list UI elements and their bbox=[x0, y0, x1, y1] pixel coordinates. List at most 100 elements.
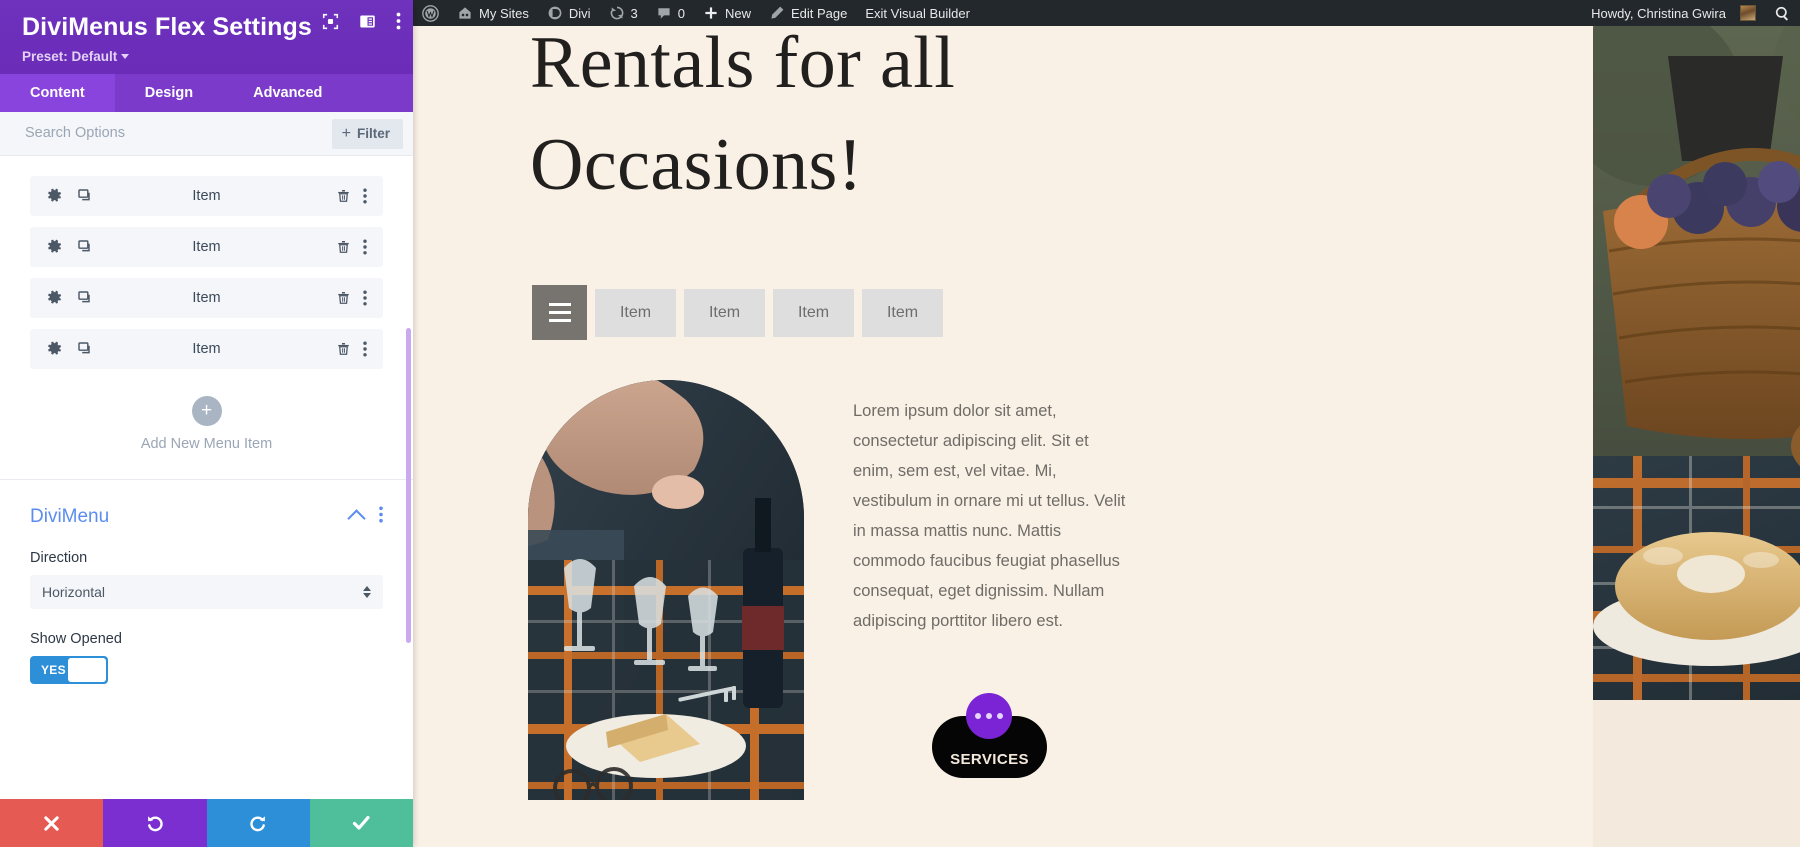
save-button[interactable] bbox=[309, 799, 413, 847]
page-title: Rentals for all Occasions! bbox=[530, 26, 955, 216]
admin-bar-divi-label: Divi bbox=[568, 5, 591, 21]
nav-item-3[interactable]: Item bbox=[862, 288, 943, 337]
gear-icon[interactable] bbox=[46, 289, 63, 306]
row-left-icons bbox=[46, 238, 93, 255]
add-new-menu-item[interactable]: + Add New Menu Item bbox=[30, 380, 383, 452]
app-screen: Rentals for all Occasions! Item Item Ite… bbox=[0, 0, 1800, 847]
gear-icon[interactable] bbox=[46, 340, 63, 357]
menu-item-row[interactable]: Item bbox=[30, 175, 383, 216]
fullscreen-icon[interactable] bbox=[322, 13, 339, 30]
field-direction: Direction Horizontal bbox=[30, 550, 383, 609]
menu-item-row[interactable]: Item bbox=[30, 277, 383, 318]
vertical-dots-icon[interactable] bbox=[363, 290, 367, 306]
redo-button[interactable] bbox=[206, 799, 310, 847]
chevron-down-icon bbox=[121, 53, 130, 59]
gear-icon[interactable] bbox=[46, 187, 63, 204]
search-icon bbox=[1775, 6, 1788, 20]
undo-button[interactable] bbox=[103, 799, 207, 847]
row-left-icons bbox=[46, 340, 93, 357]
toggle-knob bbox=[68, 657, 106, 682]
pencil-icon bbox=[771, 6, 784, 19]
admin-bar-my-sites[interactable]: My Sites bbox=[448, 0, 538, 26]
panel-scrollbar[interactable] bbox=[406, 327, 411, 643]
admin-bar-greeting: Howdy, Christina Gwira bbox=[1591, 5, 1726, 21]
row-right-icons bbox=[336, 239, 367, 255]
chevron-up-icon[interactable] bbox=[347, 509, 366, 528]
redo-icon bbox=[250, 816, 266, 832]
admin-bar-updates[interactable]: 3 bbox=[600, 0, 647, 26]
admin-bar-comments[interactable]: 0 bbox=[647, 0, 694, 26]
duplicate-icon[interactable] bbox=[77, 341, 93, 357]
duplicate-icon[interactable] bbox=[77, 239, 93, 255]
admin-bar-divi[interactable]: Divi bbox=[538, 0, 600, 26]
vertical-dots-icon[interactable] bbox=[363, 341, 367, 357]
cancel-button[interactable] bbox=[0, 799, 104, 847]
wp-admin-bar: My Sites Divi 3 0 New Edit Page Exit Vis… bbox=[413, 0, 1800, 26]
three-dots-icon[interactable] bbox=[966, 693, 1012, 739]
vertical-dots-icon[interactable] bbox=[379, 506, 383, 528]
hero-photo-picnic bbox=[1593, 26, 1800, 700]
search-input[interactable] bbox=[25, 125, 305, 141]
divimenus-settings-panel: DiviMenus Flex Settings Preset: Default bbox=[0, 0, 413, 847]
row-right-icons bbox=[336, 290, 367, 306]
tab-content[interactable]: Content bbox=[0, 73, 115, 112]
admin-bar-new-label: New bbox=[724, 5, 751, 21]
show-opened-toggle-value: YES bbox=[41, 662, 66, 677]
direction-select[interactable]: Horizontal bbox=[30, 574, 383, 609]
divimenu-section-title: DiviMenu bbox=[30, 505, 110, 527]
divimenu-section-actions bbox=[347, 506, 383, 528]
admin-bar-my-sites-label: My Sites bbox=[479, 5, 529, 21]
field-direction-label: Direction bbox=[30, 549, 88, 566]
admin-bar-new[interactable]: New bbox=[694, 0, 760, 26]
layout-panel-icon[interactable] bbox=[359, 13, 376, 30]
comments-icon bbox=[658, 8, 670, 19]
duplicate-icon[interactable] bbox=[77, 188, 93, 204]
show-opened-toggle[interactable]: YES bbox=[30, 655, 108, 684]
nav-item-0[interactable]: Item bbox=[595, 288, 676, 337]
menu-item-row[interactable]: Item bbox=[30, 226, 383, 267]
sites-icon bbox=[459, 7, 471, 19]
page-title-line-1: Rentals for all bbox=[530, 26, 956, 104]
panel-header: DiviMenus Flex Settings Preset: Default bbox=[0, 0, 413, 74]
admin-bar-edit-page[interactable]: Edit Page bbox=[760, 0, 856, 26]
trash-icon[interactable] bbox=[336, 290, 351, 306]
avatar bbox=[1740, 5, 1756, 21]
admin-bar-search[interactable] bbox=[1765, 0, 1800, 26]
tab-design[interactable]: Design bbox=[115, 74, 223, 112]
panel-preset-label: Preset: Default bbox=[22, 48, 118, 64]
wordpress-logo-icon bbox=[422, 4, 439, 22]
plus-icon[interactable]: + bbox=[191, 395, 222, 426]
row-right-icons bbox=[336, 341, 367, 357]
filter-button-label: Filter bbox=[356, 126, 390, 141]
trash-icon[interactable] bbox=[336, 341, 351, 357]
admin-bar-updates-count: 3 bbox=[630, 5, 638, 21]
trash-icon[interactable] bbox=[336, 188, 351, 204]
direction-select-value: Horizontal bbox=[42, 583, 106, 600]
nav-item-2[interactable]: Item bbox=[773, 288, 854, 337]
page-title-line-2: Occasions! bbox=[530, 124, 863, 207]
menu-item-row[interactable]: Item bbox=[30, 328, 383, 369]
undo-icon bbox=[147, 816, 163, 832]
filter-button[interactable]: + Filter bbox=[331, 118, 403, 149]
vertical-dots-icon[interactable] bbox=[363, 239, 367, 255]
nav-item-1[interactable]: Item bbox=[684, 288, 765, 337]
duplicate-icon[interactable] bbox=[77, 290, 93, 306]
panel-body: Item Item Item Item + Add New Menu Item … bbox=[0, 155, 413, 847]
panel-preset[interactable]: Preset: Default bbox=[22, 49, 395, 64]
divimenu-section-header: DiviMenu bbox=[30, 506, 383, 528]
admin-bar-edit-page-label: Edit Page bbox=[791, 5, 848, 21]
tab-advanced[interactable]: Advanced bbox=[223, 74, 352, 112]
divimenu-preview: Item Item Item Item bbox=[532, 285, 943, 340]
hamburger-icon[interactable] bbox=[532, 285, 587, 340]
panel-header-icons bbox=[322, 12, 401, 30]
admin-bar-account[interactable]: Howdy, Christina Gwira bbox=[1582, 0, 1765, 26]
trash-icon[interactable] bbox=[336, 239, 351, 255]
admin-bar-exit-visual-builder[interactable]: Exit Visual Builder bbox=[856, 0, 979, 26]
vertical-dots-icon[interactable] bbox=[363, 188, 367, 204]
picnic-circle-photo bbox=[528, 380, 804, 800]
row-right-icons bbox=[336, 188, 367, 204]
vertical-dots-icon[interactable] bbox=[396, 12, 401, 30]
add-new-menu-item-label: Add New Menu Item bbox=[140, 435, 273, 452]
gear-icon[interactable] bbox=[46, 238, 63, 255]
wordpress-icon[interactable] bbox=[413, 0, 448, 26]
